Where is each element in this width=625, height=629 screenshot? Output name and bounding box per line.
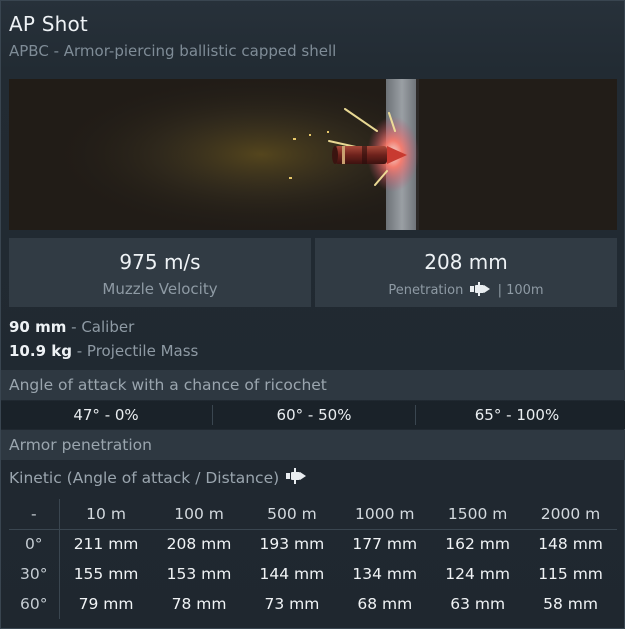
distance-header: 10 m <box>59 499 153 530</box>
penetration-distance: | 100m <box>497 283 544 298</box>
muzzle-velocity-label: Muzzle Velocity <box>102 280 218 298</box>
penetration-cell: 73 mm <box>264 595 320 613</box>
table-corner: - <box>9 499 60 530</box>
penetration-cell: 124 mm <box>445 565 511 583</box>
distance-header: 500 m <box>245 499 339 530</box>
table-row: 60° 79 mm 78 mm 73 mm 68 mm 63 mm 58 mm <box>9 589 617 619</box>
angle-cell: 0° <box>9 529 60 559</box>
penetration-visualization <box>9 79 617 230</box>
ricochet-item: 65° - 100% <box>416 401 618 429</box>
caliber-row: 90 mm - Caliber <box>9 318 134 336</box>
table-row: 30° 155 mm 153 mm 144 mm 134 mm 124 mm 1… <box>9 559 617 589</box>
penetration-cell: 155 mm <box>73 565 139 583</box>
penetration-cell: 153 mm <box>166 565 232 583</box>
shell-impact-illustration <box>9 79 617 230</box>
penetration-cell: 78 mm <box>171 595 227 613</box>
armor-penetration-section-header: Armor penetration <box>1 430 625 460</box>
penetration-cell: 79 mm <box>78 595 134 613</box>
projectile-mass-row: 10.9 kg - Projectile Mass <box>9 342 198 360</box>
ricochet-item: 60° - 50% <box>213 401 415 429</box>
penetration-cell: 58 mm <box>543 595 598 613</box>
ricochet-angle: 60° <box>276 406 304 424</box>
penetration-cell: 148 mm <box>538 535 603 554</box>
muzzle-velocity-card: 975 m/s Muzzle Velocity <box>9 238 311 307</box>
ap-shell-icon <box>470 282 491 296</box>
ricochet-angle: 65° <box>474 406 502 424</box>
ricochet-item: 47° - 0% <box>1 401 211 429</box>
distance-header: 100 m <box>152 499 246 530</box>
penetration-cell: 144 mm <box>259 565 325 583</box>
penetration-label: Penetration <box>388 283 464 298</box>
kinetic-label: Kinetic (Angle of attack / Distance) <box>9 469 280 487</box>
penetration-cell: 177 mm <box>352 535 418 554</box>
penetration-value: 208 mm <box>424 250 508 274</box>
angle-cell: 60° <box>9 589 60 619</box>
ap-shell-icon <box>286 468 306 484</box>
penetration-cell: 208 mm <box>166 535 232 554</box>
ammo-subtitle: APBC - Armor-piercing ballistic capped s… <box>9 42 337 60</box>
muzzle-velocity-value: 975 m/s <box>119 250 201 274</box>
ricochet-chance: - 50% <box>307 406 352 424</box>
caliber-value: 90 mm <box>9 318 67 336</box>
ricochet-values-row: 47° - 0% 60° - 50% 65° - 100% <box>1 401 625 429</box>
projectile-mass-value: 10.9 kg <box>9 342 72 360</box>
penetration-cell: 162 mm <box>445 535 511 554</box>
table-header-row: - 10 m 100 m 500 m 1000 m 1500 m 2000 m <box>9 499 617 530</box>
ricochet-chance: - 100% <box>506 406 560 424</box>
angle-cell: 30° <box>9 559 60 589</box>
penetration-cell: 115 mm <box>538 565 603 583</box>
ammo-info-panel: AP Shot APBC - Armor-piercing ballistic … <box>0 0 625 629</box>
penetration-cell: 193 mm <box>259 535 325 554</box>
ammo-title: AP Shot <box>9 12 88 36</box>
caliber-label: - Caliber <box>71 318 135 336</box>
penetration-cell: 63 mm <box>450 595 506 613</box>
penetration-table: - 10 m 100 m 500 m 1000 m 1500 m 2000 m … <box>9 499 617 619</box>
penetration-cell: 134 mm <box>352 565 418 583</box>
projectile-mass-label: - Projectile Mass <box>76 342 199 360</box>
ricochet-chance: - 0% <box>104 406 139 424</box>
ricochet-section-header: Angle of attack with a chance of ricoche… <box>1 370 625 400</box>
penetration-cell: 211 mm <box>73 535 139 554</box>
table-row: 0° 211 mm 208 mm 193 mm 177 mm 162 mm 14… <box>9 529 617 559</box>
distance-header: 1500 m <box>431 499 525 530</box>
penetration-card: 208 mm Penetration | 100m <box>315 238 617 307</box>
penetration-label-row: Penetration | 100m <box>315 282 617 298</box>
distance-header: 1000 m <box>338 499 432 530</box>
distance-header: 2000 m <box>524 499 617 530</box>
ricochet-angle: 47° <box>73 406 100 424</box>
penetration-cell: 68 mm <box>357 595 413 613</box>
